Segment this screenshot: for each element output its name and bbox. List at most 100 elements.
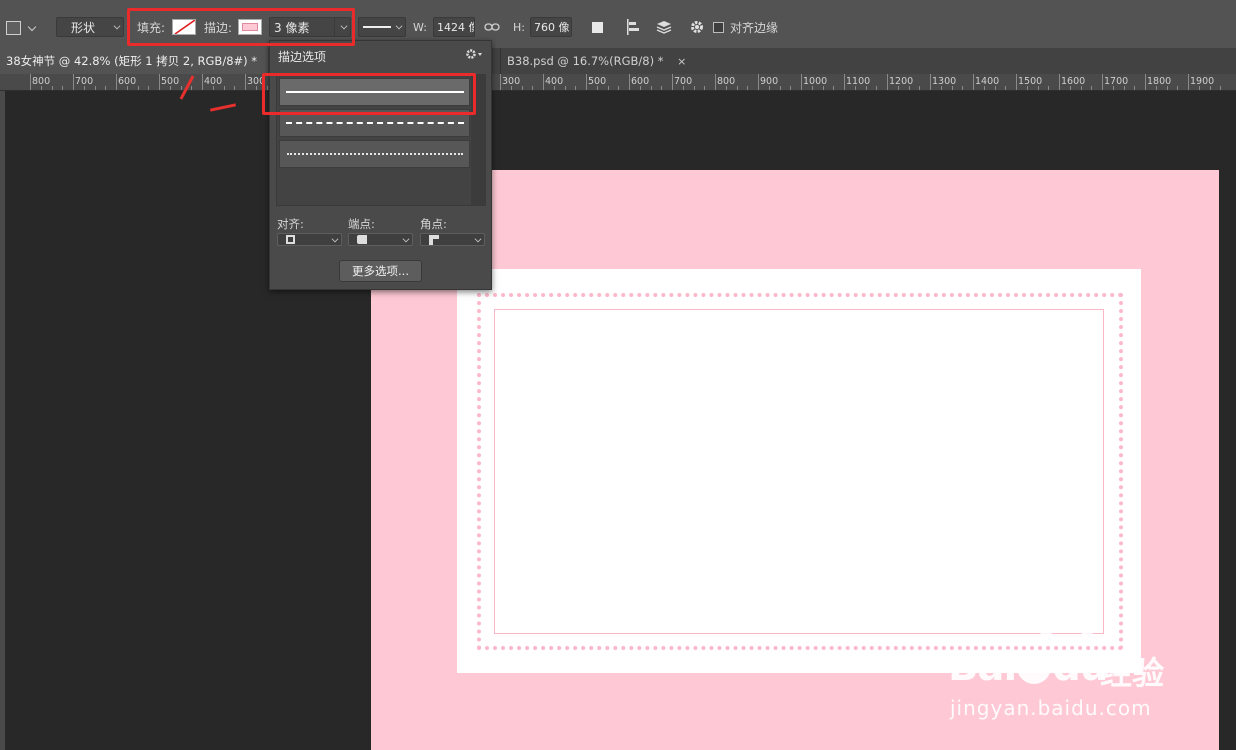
tab-label: B38.psd @ 16.7%(RGB/8) *: [507, 54, 664, 68]
height-input[interactable]: 760 像: [530, 17, 572, 37]
checkbox-box: [713, 21, 724, 33]
ruler-minor-tick: [1220, 86, 1222, 90]
rectangle-tool-icon: [6, 21, 21, 35]
ruler-label: 1300: [932, 76, 957, 87]
ruler-minor-tick: [191, 86, 193, 90]
path-operations-icon[interactable]: [592, 17, 603, 37]
chevron-down-icon: [113, 22, 121, 30]
link-icon[interactable]: [484, 17, 500, 37]
inner-rectangle: [494, 309, 1104, 634]
align-edges-checkbox[interactable]: 对齐边缘: [713, 17, 778, 37]
corner-icon: [429, 235, 439, 245]
ruler-minor-tick: [650, 86, 652, 90]
ruler-label: 1600: [1061, 76, 1086, 87]
ruler-minor-tick: [897, 86, 899, 90]
solid-line-icon: [363, 26, 391, 28]
ruler-minor-tick: [790, 86, 792, 90]
gear-icon[interactable]: [465, 48, 483, 63]
ruler-minor-tick: [180, 86, 182, 90]
ruler-minor-tick: [693, 86, 695, 90]
watermark-url: jingyan.baidu.com: [950, 696, 1152, 720]
paw-circle-icon: [1017, 650, 1052, 684]
ruler-tick: [715, 74, 716, 90]
more-options-button[interactable]: 更多选项...: [339, 260, 422, 282]
ruler-minor-tick: [212, 86, 214, 90]
ruler-minor-tick: [234, 86, 236, 90]
ruler-minor-tick: [607, 86, 609, 90]
mode-value: 形状: [71, 20, 96, 35]
ruler-tick: [844, 74, 845, 90]
line-style-dotted[interactable]: [279, 140, 470, 168]
tab-document-1[interactable]: 38女神节 @ 42.8% (矩形 1 拷贝 2, RGB/8#) * ×: [0, 48, 280, 74]
ruler-minor-tick: [62, 86, 64, 90]
ruler-minor-tick: [1177, 86, 1179, 90]
ruler-label: 1400: [975, 76, 1000, 87]
ruler-label: 1000: [803, 76, 828, 87]
ruler-minor-tick: [1091, 86, 1093, 90]
ruler-tick: [500, 74, 501, 90]
ruler-tick: [973, 74, 974, 90]
align-select[interactable]: [277, 233, 342, 246]
caps-select[interactable]: [348, 233, 413, 246]
ruler-minor-tick: [1112, 86, 1114, 90]
ruler-minor-tick: [747, 86, 749, 90]
ruler-tick: [930, 74, 931, 90]
ruler-label: 1500: [1018, 76, 1043, 87]
ruler-minor-tick: [596, 86, 598, 90]
close-icon[interactable]: ×: [677, 55, 686, 68]
annotation-arrow: [209, 103, 237, 112]
ruler-minor-tick: [1134, 86, 1136, 90]
ruler-minor-tick: [919, 86, 921, 90]
ruler-minor-tick: [1209, 86, 1211, 90]
stroke-type-select[interactable]: [358, 17, 406, 37]
annotation-highlight-solid-line: [262, 73, 476, 115]
ruler-tick: [202, 74, 203, 90]
corners-select[interactable]: [420, 233, 485, 246]
tool-preset-picker[interactable]: [6, 18, 37, 38]
path-arrangement-icon[interactable]: [655, 17, 673, 37]
chevron-down-icon: [402, 235, 410, 243]
tab-document-2[interactable]: B38.psd @ 16.7%(RGB/8) * ×: [500, 48, 686, 74]
ruler-minor-tick: [876, 86, 878, 90]
ruler-minor-tick: [169, 86, 171, 90]
ruler-minor-tick: [532, 86, 534, 90]
brand-text: Bai: [948, 644, 1017, 690]
chevron-down-icon: [395, 22, 403, 30]
dashed-line-icon: [285, 122, 464, 124]
mode-select[interactable]: 形状: [56, 17, 124, 37]
gear-icon[interactable]: [689, 17, 705, 37]
width-input[interactable]: 1424 像: [433, 17, 475, 37]
ruler-minor-tick: [1080, 86, 1082, 90]
ruler-minor-tick: [854, 86, 856, 90]
ruler-label: 1900: [1190, 76, 1215, 87]
ruler-tick: [887, 74, 888, 90]
ruler-minor-tick: [255, 86, 257, 90]
ruler-tick: [1145, 74, 1146, 90]
ruler-tick: [586, 74, 587, 90]
ruler-tick: [629, 74, 630, 90]
caps-label: 端点:: [348, 217, 375, 231]
link-glyph: [484, 23, 500, 31]
ruler-minor-tick: [1166, 86, 1168, 90]
ruler-minor-tick: [768, 86, 770, 90]
ruler-minor-tick: [553, 86, 555, 90]
ruler-minor-tick: [126, 86, 128, 90]
height-label: H:: [513, 20, 525, 34]
ruler-tick: [543, 74, 544, 90]
ruler-minor-tick: [833, 86, 835, 90]
ruler-minor-tick: [682, 86, 684, 90]
ruler-tick: [1188, 74, 1189, 90]
align-label: 对齐:: [277, 217, 304, 231]
width-label: W:: [413, 20, 427, 34]
ruler-minor-tick: [223, 86, 225, 90]
chevron-down-icon: [474, 235, 482, 243]
ruler-minor-tick: [521, 86, 523, 90]
ruler-minor-tick: [1155, 86, 1157, 90]
ruler-tick: [245, 74, 246, 90]
baidu-watermark: Bai du 经验 jingyan.baidu.com: [940, 612, 1180, 722]
ruler-label: 1700: [1104, 76, 1129, 87]
ruler-tick: [73, 74, 74, 90]
ruler-minor-tick: [661, 86, 663, 90]
path-alignment-icon[interactable]: [626, 17, 640, 37]
ruler-minor-tick: [1037, 86, 1039, 90]
